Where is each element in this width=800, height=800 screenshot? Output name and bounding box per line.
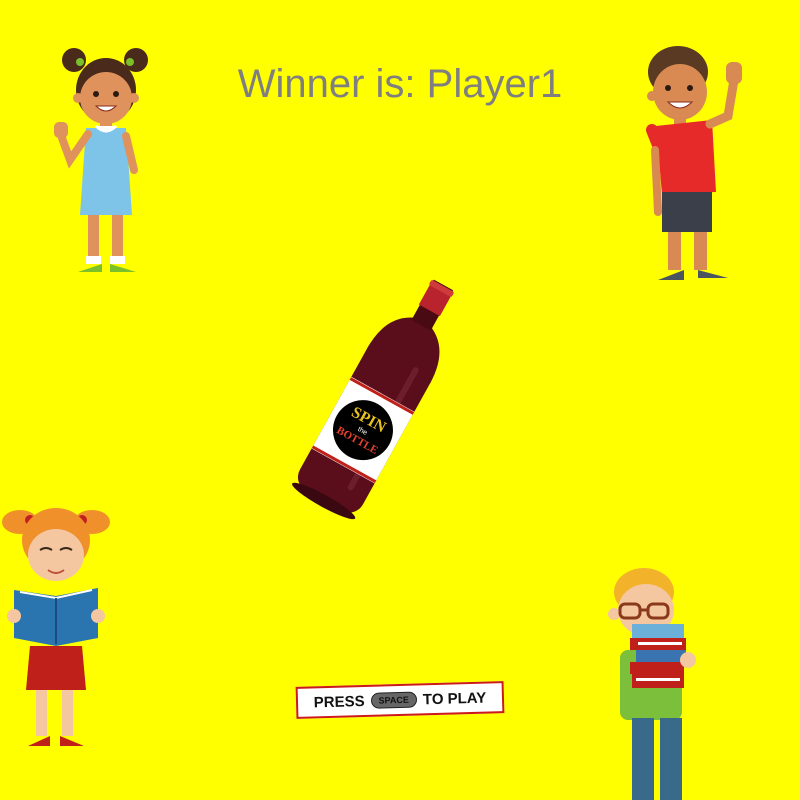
press-space-banner[interactable]: PRESS SPACE TO PLAY — [295, 681, 505, 719]
to-play-label: TO PLAY — [422, 689, 487, 708]
space-key-icon[interactable]: SPACE — [370, 691, 418, 709]
press-label: PRESS — [313, 692, 365, 711]
spin-bottle[interactable]: SPIN the BOTTLE — [289, 267, 475, 523]
game-scene: SPIN the BOTTLE — [2, 46, 742, 800]
player-boy-waving-top-right — [646, 46, 742, 280]
player-boy-with-books-bottom-right — [608, 568, 696, 800]
player-girl-waving-top-left — [54, 48, 148, 272]
player-girl-reading-bottom-left — [2, 508, 110, 746]
game-canvas[interactable]: Winner is: Player1 SPIN the BOTTLE PRESS… — [0, 0, 800, 800]
